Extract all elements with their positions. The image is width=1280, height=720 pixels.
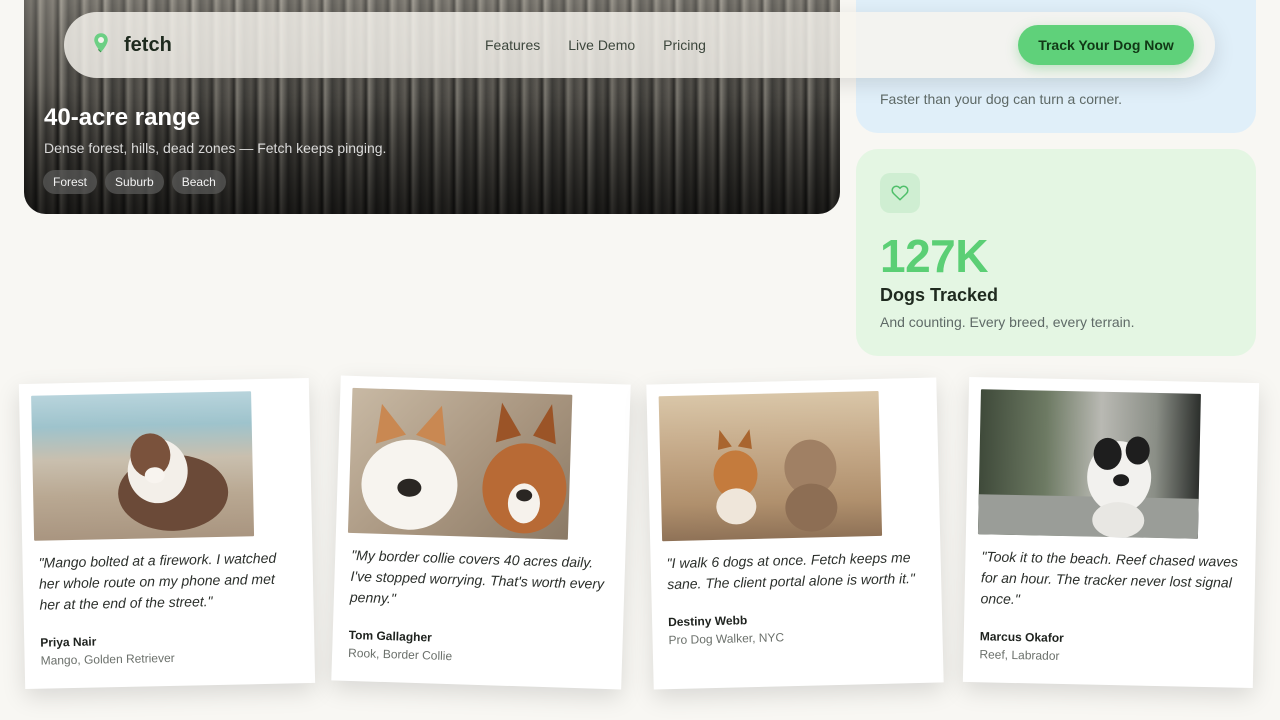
nav-link-live-demo[interactable]: Live Demo (568, 37, 635, 53)
testimonial-quote: "I walk 6 dogs at once. Fetch keeps me s… (666, 549, 916, 593)
dog-photo (31, 391, 255, 541)
nav-link-pricing[interactable]: Pricing (663, 37, 706, 53)
stat-label: Dogs Tracked (880, 285, 999, 305)
testimonial-author: Destiny Webb (667, 613, 748, 630)
speed-card-description: Faster than your dog can turn a corner. (880, 91, 1123, 107)
tag-beach: Beach (171, 170, 226, 194)
dog-photo (977, 389, 1201, 539)
stat-description: And counting. Every breed, every terrain… (880, 314, 1135, 330)
hero-title: 40-acre range (44, 104, 201, 131)
testimonial-card: "Took it to the beach. Reef chased waves… (962, 376, 1260, 689)
testimonial-dog: Rook, Border Collie (347, 645, 453, 664)
location-pin-icon (92, 32, 110, 59)
nav-link-features[interactable]: Features (485, 37, 540, 53)
testimonial-dog: Mango, Golden Retriever (40, 650, 175, 668)
stat-value: 127K (880, 230, 988, 282)
testimonial-quote: "Mango bolted at a firework. I watched h… (38, 549, 277, 613)
dog-photo (658, 390, 883, 542)
top-nav: fetch Features Live Demo Pricing Track Y… (64, 12, 1215, 78)
testimonial-quote: "My border collie covers 40 acres daily.… (349, 546, 605, 607)
tag-forest: Forest (43, 170, 98, 194)
testimonial-dog: Reef, Labrador (979, 647, 1060, 663)
testimonial-author: Priya Nair (40, 634, 97, 650)
heart-icon (880, 173, 920, 213)
nav-links: Features Live Demo Pricing (485, 12, 706, 78)
tag-suburb: Suburb (105, 170, 164, 194)
testimonial-author: Marcus Okafor (979, 629, 1064, 646)
dog-photo (347, 387, 573, 540)
track-dog-button[interactable]: Track Your Dog Now (1018, 25, 1194, 65)
testimonial-quote: "Took it to the beach. Reef chased waves… (980, 548, 1239, 608)
brand-name: fetch (124, 33, 172, 56)
testimonial-card: "Mango bolted at a firework. I watched h… (18, 377, 316, 690)
brand-logo[interactable]: fetch (92, 12, 172, 78)
testimonial-dog: Pro Dog Walker, NYC (668, 630, 785, 648)
hero-subtitle: Dense forest, hills, dead zones — Fetch … (44, 140, 387, 156)
dogs-tracked-card: 127K Dogs Tracked And counting. Every br… (856, 149, 1256, 356)
hero-tags: Forest Suburb Beach (43, 170, 226, 194)
testimonial-card: "I walk 6 dogs at once. Fetch keeps me s… (646, 377, 944, 690)
testimonial-card: "My border collie covers 40 acres daily.… (331, 375, 631, 690)
